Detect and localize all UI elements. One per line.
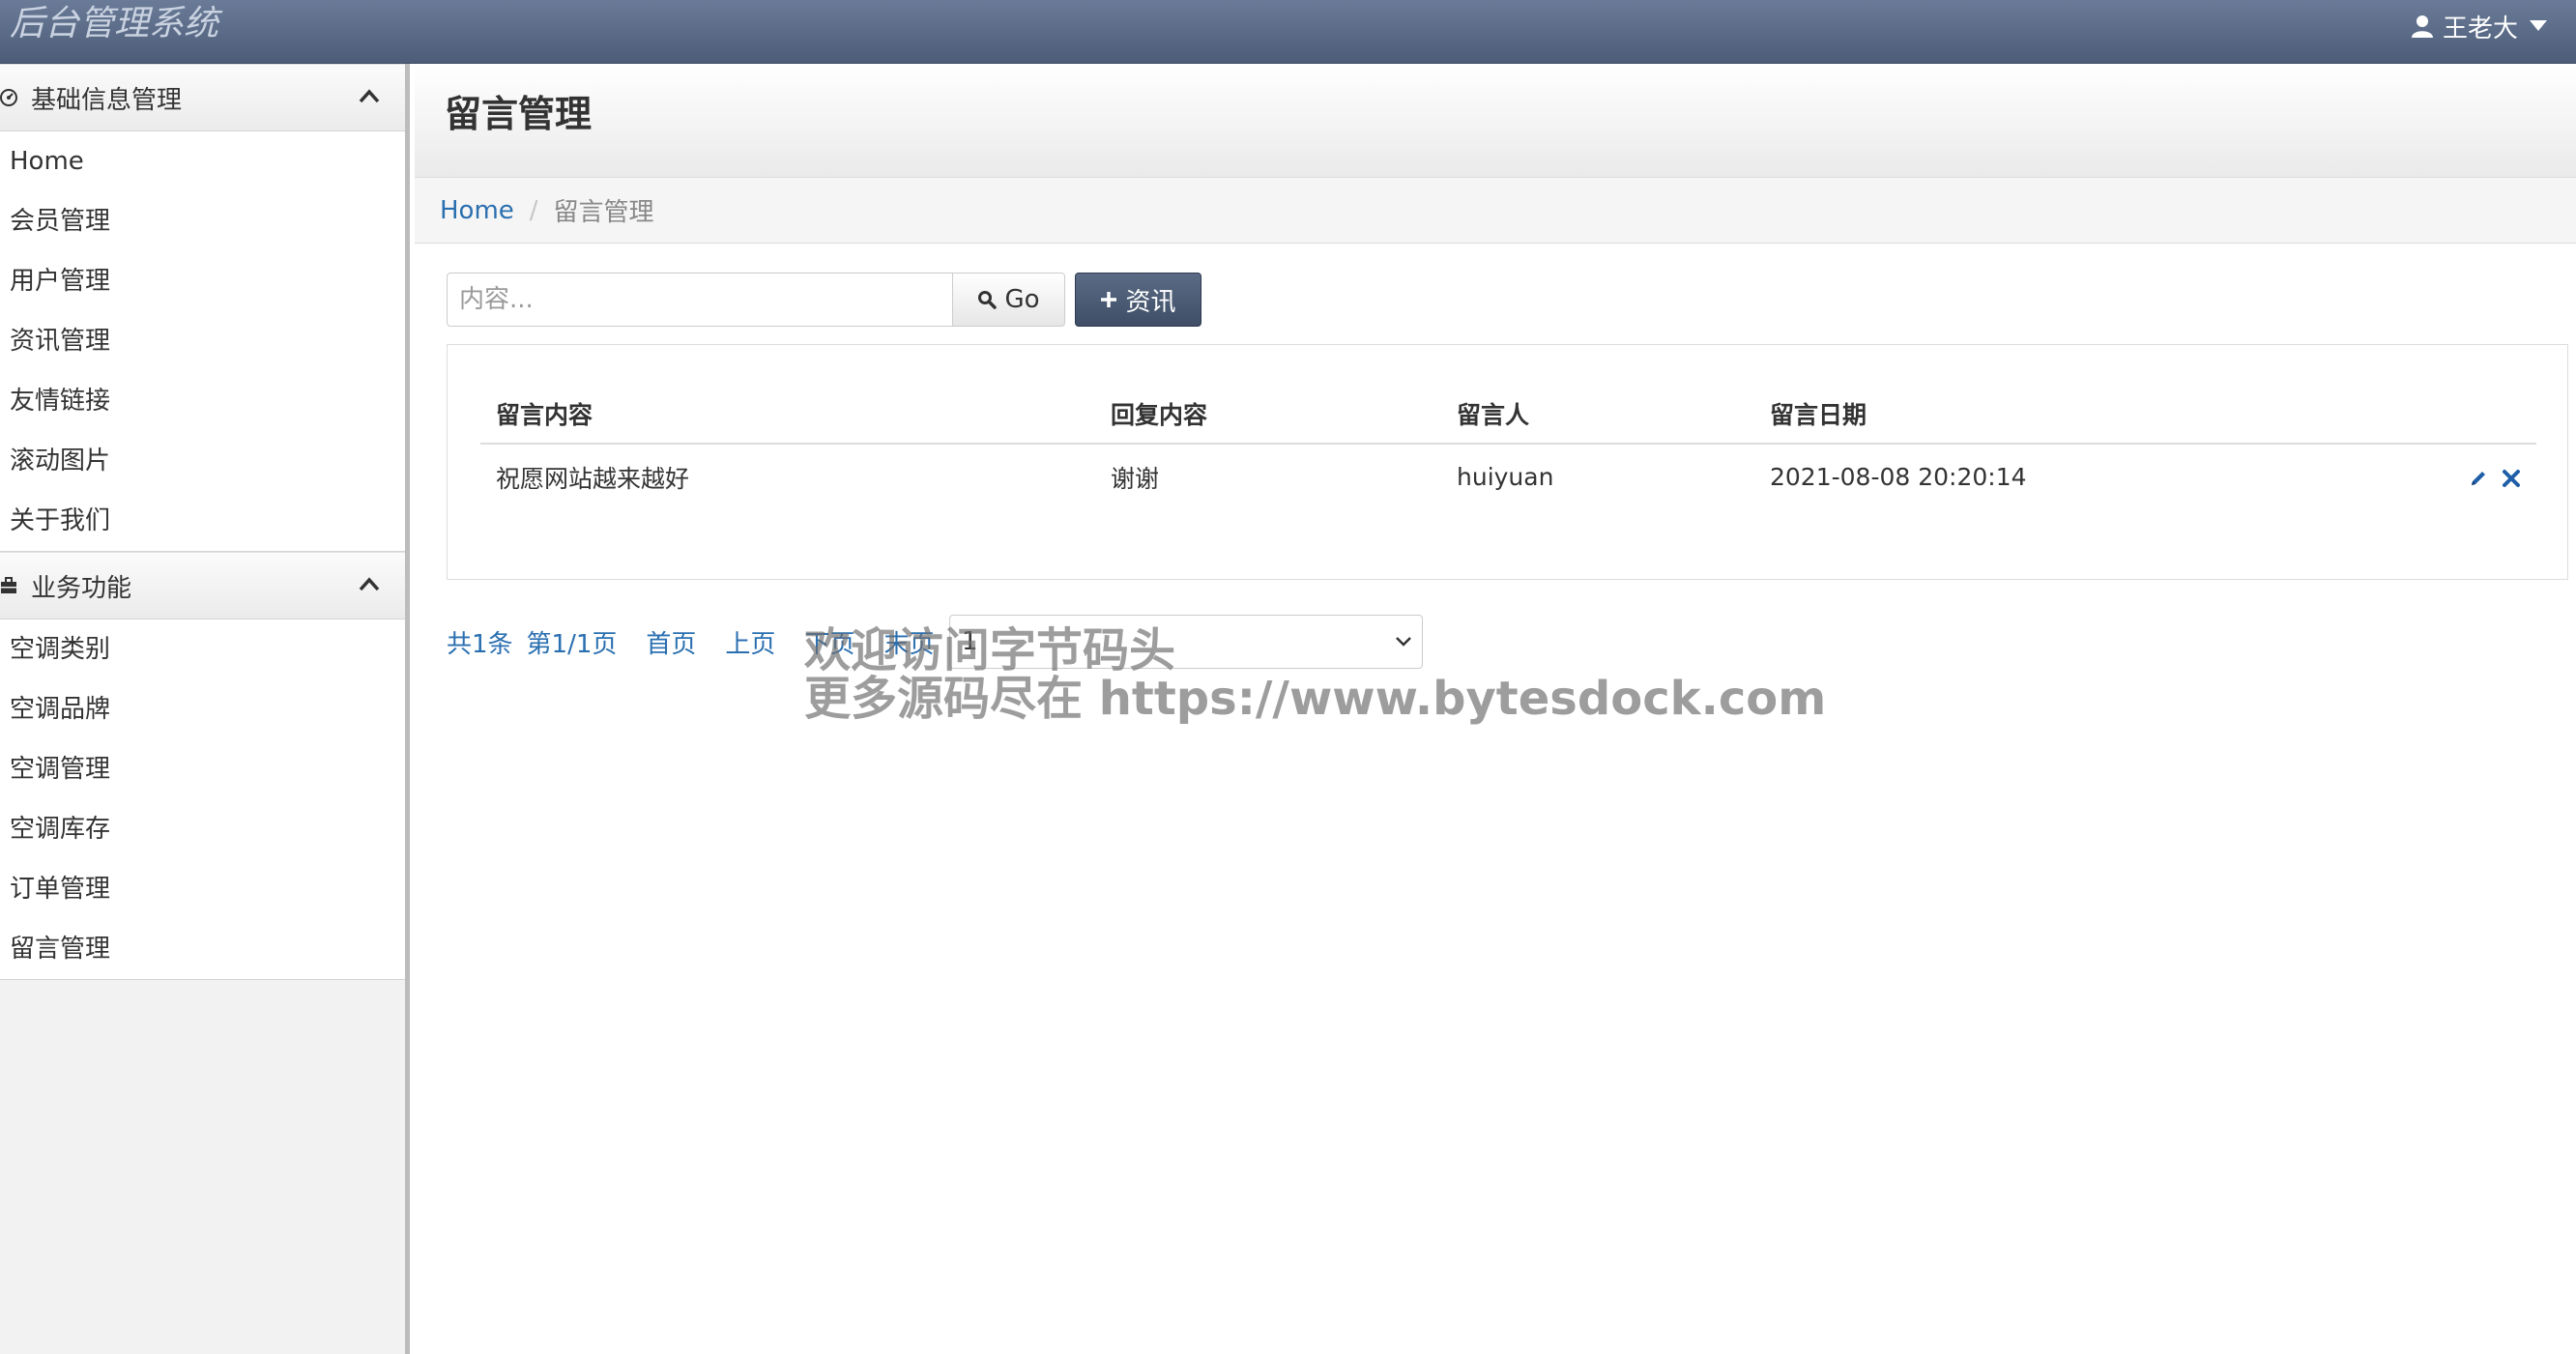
app-brand[interactable]: 后台管理系统: [10, 0, 218, 48]
nav-section-basic-info[interactable]: 基础信息管理: [0, 64, 405, 131]
nav-section-business[interactable]: 业务功能: [0, 552, 405, 619]
sidebar-item-about[interactable]: 关于我们: [0, 491, 405, 551]
dashboard-icon: [0, 89, 17, 106]
sidebar-item-ac-category[interactable]: 空调类别: [0, 619, 405, 679]
chevron-up-icon[interactable]: [359, 88, 380, 103]
page-title: 留言管理: [445, 93, 593, 135]
search-toolbar: Go 资讯: [447, 273, 1201, 327]
user-name: 王老大: [2442, 14, 2518, 43]
pagination-page-info: 第1/1页: [526, 629, 618, 659]
cell-date: 2021-08-08 20:20:14: [1770, 463, 2027, 491]
go-button[interactable]: Go: [953, 273, 1065, 327]
breadcrumb: Home / 留言管理: [415, 178, 2576, 244]
sidebar-item-carousel[interactable]: 滚动图片: [0, 431, 405, 491]
column-header-author: 留言人: [1441, 384, 1754, 445]
column-header-date: 留言日期: [1754, 384, 2412, 445]
search-input[interactable]: [447, 273, 953, 327]
page-header: 留言管理: [415, 64, 2576, 178]
sidebar-item-members[interactable]: 会员管理: [0, 191, 405, 251]
sidebar-item-links[interactable]: 友情链接: [0, 371, 405, 431]
cell-reply: 谢谢: [1111, 464, 1160, 493]
page-select[interactable]: 1: [949, 615, 1423, 669]
pagination-total: 共1条: [447, 629, 513, 659]
pagination-prev[interactable]: 上页: [725, 624, 775, 660]
user-icon: [2411, 15, 2433, 38]
pagination-first[interactable]: 首页: [646, 624, 696, 660]
main-content: 留言管理 Home / 留言管理 Go 资讯: [415, 64, 2576, 1354]
table-header-row: 留言内容 回复内容 留言人 留言日期: [480, 384, 2536, 445]
column-header-actions: [2412, 384, 2536, 445]
close-icon[interactable]: [2502, 469, 2521, 488]
search-icon: [978, 291, 998, 309]
nav-list-business: 空调类别 空调品牌 空调管理 空调库存 订单管理 留言管理: [0, 619, 405, 980]
add-button-label: 资讯: [1125, 287, 1176, 317]
column-header-reply: 回复内容: [1095, 384, 1441, 445]
sidebar-item-users[interactable]: 用户管理: [0, 251, 405, 311]
caret-down-icon: [2530, 20, 2547, 31]
sidebar-item-ac-stock[interactable]: 空调库存: [0, 799, 405, 859]
sidebar-item-ac-manage[interactable]: 空调管理: [0, 739, 405, 799]
pencil-icon[interactable]: [2469, 469, 2488, 488]
cell-author: huiyuan: [1457, 463, 1554, 491]
pagination-last[interactable]: 末页: [883, 624, 934, 660]
sidebar-item-home[interactable]: Home: [0, 131, 405, 191]
breadcrumb-separator: /: [529, 195, 538, 225]
nav-section-title: 业务功能: [31, 573, 132, 603]
briefcase-icon: [1, 577, 16, 593]
row-actions: [2412, 444, 2536, 509]
user-menu[interactable]: 王老大: [2411, 0, 2547, 52]
column-header-content: 留言内容: [480, 384, 1095, 445]
sidebar-item-news[interactable]: 资讯管理: [0, 311, 405, 371]
pagination: 共1条 第1/1页 首页 上页 下页 末页 1: [447, 615, 1423, 669]
table-row: 祝愿网站越来越好 谢谢 huiyuan 2021-08-08 20:20:14: [480, 444, 2536, 509]
nav-section-title: 基础信息管理: [31, 85, 183, 115]
cell-content: 祝愿网站越来越好: [496, 464, 690, 493]
page-select-value: 1: [962, 627, 978, 656]
sidebar: 基础信息管理 Home 会员管理 用户管理 资讯管理 友情链接 滚动图片 关于我…: [0, 64, 410, 1354]
breadcrumb-home-link[interactable]: Home: [440, 196, 514, 225]
go-button-label: Go: [1004, 285, 1040, 314]
sidebar-item-orders[interactable]: 订单管理: [0, 859, 405, 919]
breadcrumb-current: 留言管理: [553, 198, 654, 227]
add-news-button[interactable]: 资讯: [1075, 273, 1201, 327]
pagination-next[interactable]: 下页: [804, 624, 854, 660]
chevron-down-icon: [1396, 637, 1411, 647]
plus-icon: [1101, 292, 1117, 307]
chevron-up-icon[interactable]: [359, 576, 380, 591]
top-navbar: 后台管理系统 王老大: [0, 0, 2576, 64]
sidebar-item-ac-brand[interactable]: 空调品牌: [0, 679, 405, 739]
nav-list-basic-info: Home 会员管理 用户管理 资讯管理 友情链接 滚动图片 关于我们: [0, 131, 405, 552]
table-panel: 留言内容 回复内容 留言人 留言日期 祝愿网站越来越好 谢谢 huiyuan 2…: [447, 344, 2568, 580]
messages-table: 留言内容 回复内容 留言人 留言日期 祝愿网站越来越好 谢谢 huiyuan 2…: [480, 384, 2536, 509]
sidebar-item-messages[interactable]: 留言管理: [0, 919, 405, 979]
